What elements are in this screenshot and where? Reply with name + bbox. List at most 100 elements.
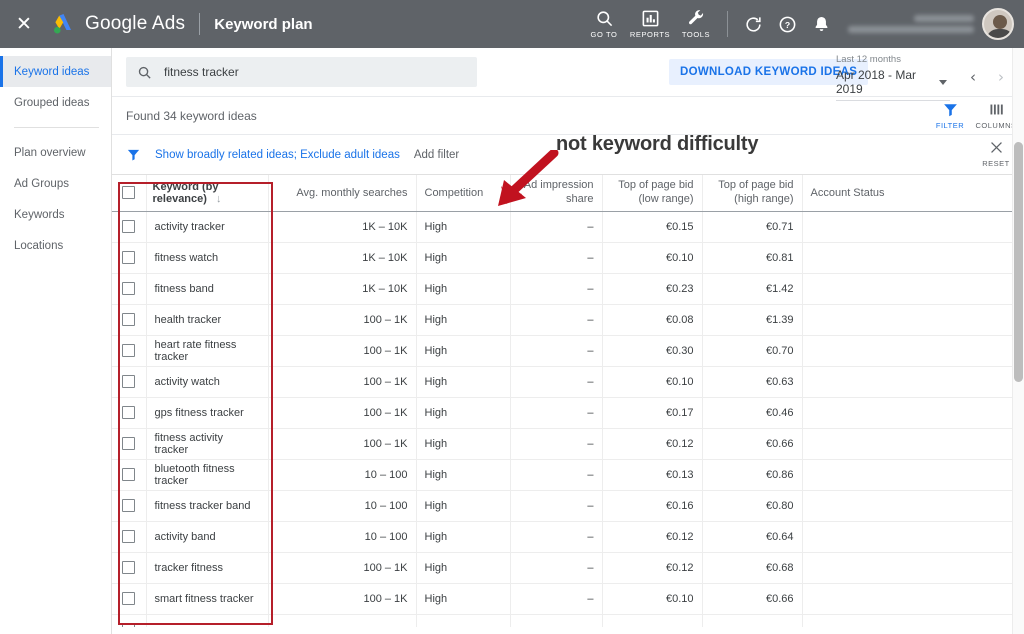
table-row[interactable]: activity tracker 1K – 10K High – €0.15 €0.71 (112, 211, 1018, 243)
row-checkbox[interactable] (122, 437, 136, 450)
column-header-avg-monthly-searches[interactable]: Avg. monthly searches (268, 175, 417, 212)
table-row[interactable]: activity band 10 – 100 High – €0.12 €0.64 (112, 521, 1018, 553)
row-checkbox[interactable] (122, 468, 136, 481)
search-input[interactable]: fitness tracker (126, 57, 477, 87)
table-body: activity tracker 1K – 10K High – €0.15 €0.71 f… (112, 211, 1018, 627)
table-row[interactable]: heart rate fitness tracker 100 – 1K High – €… (112, 335, 1018, 367)
tools-button[interactable]: TOOLS (673, 0, 719, 48)
cell-keyword[interactable]: gps fitness tracker (146, 397, 269, 429)
sidebar-item-keyword-ideas[interactable]: Keyword ideas (0, 56, 111, 87)
cell-top-bid-high: €1.42 (702, 273, 803, 305)
sidebar-item-ad-groups[interactable]: Ad Groups (0, 168, 111, 199)
active-filters-text[interactable]: Show broadly related ideas; Exclude adul… (155, 149, 400, 161)
sidebar-item-keywords[interactable]: Keywords (0, 199, 111, 230)
row-select-cell[interactable] (112, 459, 147, 491)
notifications-button[interactable] (804, 0, 838, 48)
row-checkbox[interactable] (122, 375, 136, 388)
table-row[interactable]: health tracker 100 – 1K High – €0.08 €1.39 (112, 304, 1018, 336)
table-row[interactable]: fitness activity tracker 100 – 1K High – €0.… (112, 428, 1018, 460)
wrench-icon (687, 9, 706, 28)
table-row[interactable] (112, 614, 1018, 627)
row-checkbox[interactable] (122, 561, 136, 574)
row-checkbox[interactable] (122, 220, 136, 233)
row-checkbox[interactable] (122, 623, 136, 627)
row-select-cell[interactable] (112, 366, 147, 398)
date-range-selector[interactable]: Last 12 months Apr 2018 - Mar 2019 (836, 54, 954, 101)
row-checkbox[interactable] (122, 499, 136, 512)
close-button[interactable]: ✕ (0, 0, 48, 48)
table-row[interactable]: fitness tracker band 10 – 100 High – €0.16 €0… (112, 490, 1018, 522)
cell-keyword[interactable]: tracker fitness (146, 552, 269, 584)
sidebar-item-plan-overview[interactable]: Plan overview (0, 137, 111, 168)
cell-keyword[interactable]: fitness activity tracker (146, 428, 269, 460)
add-filter-button[interactable]: Add filter (414, 149, 459, 161)
scrollbar-thumb[interactable] (1014, 142, 1023, 382)
cell-keyword[interactable]: fitness band (146, 273, 269, 305)
row-select-cell[interactable] (112, 521, 147, 553)
vertical-scrollbar[interactable] (1012, 48, 1024, 634)
row-checkbox[interactable] (122, 592, 136, 605)
row-select-cell[interactable] (112, 242, 147, 274)
sidebar-item-locations[interactable]: Locations (0, 230, 111, 261)
table-row[interactable]: tracker fitness 100 – 1K High – €0.12 €0.68 (112, 552, 1018, 584)
row-checkbox[interactable] (122, 313, 136, 326)
account-info[interactable] (848, 13, 974, 35)
cell-avg-monthly-searches: 10 – 100 (268, 459, 417, 491)
row-select-cell[interactable] (112, 552, 147, 584)
sidebar-item-label: Locations (14, 239, 64, 252)
cell-keyword[interactable]: activity tracker (146, 211, 269, 243)
row-checkbox[interactable] (122, 282, 136, 295)
row-select-cell[interactable] (112, 273, 147, 305)
google-ads-logo[interactable]: Google Ads (50, 11, 185, 37)
cell-competition: High (416, 366, 511, 398)
table-row[interactable]: bluetooth fitness tracker 10 – 100 High – €0… (112, 459, 1018, 491)
refresh-button[interactable] (736, 0, 770, 48)
cell-ad-impression-share: – (510, 211, 603, 243)
help-button[interactable]: ? (770, 0, 804, 48)
cell-keyword[interactable]: health tracker (146, 304, 269, 336)
cell-keyword[interactable]: heart rate fitness tracker (146, 335, 269, 367)
cell-account-status (802, 335, 1018, 367)
goto-button[interactable]: GO TO (581, 0, 627, 48)
row-select-cell[interactable] (112, 304, 147, 336)
cell-competition: High (416, 521, 511, 553)
date-next-button[interactable]: › (992, 68, 1010, 86)
row-checkbox[interactable] (122, 344, 136, 357)
avatar[interactable] (982, 8, 1014, 40)
row-select-cell[interactable] (112, 335, 147, 367)
column-header-keyword[interactable]: Keyword (by relevance) ↓ (146, 175, 269, 212)
row-select-cell[interactable] (112, 614, 147, 627)
row-checkbox[interactable] (122, 406, 136, 419)
row-checkbox[interactable] (122, 530, 136, 543)
column-header-top-bid-low[interactable]: Top of page bid (low range) (602, 175, 703, 212)
table-row[interactable]: activity watch 100 – 1K High – €0.10 €0.63 (112, 366, 1018, 398)
row-select-cell[interactable] (112, 583, 147, 615)
row-select-cell[interactable] (112, 397, 147, 429)
table-row[interactable]: gps fitness tracker 100 – 1K High – €0.17 €0.… (112, 397, 1018, 429)
date-prev-button[interactable]: ‹ (964, 68, 982, 86)
row-select-cell[interactable] (112, 211, 147, 243)
column-header-account-status[interactable]: Account Status (802, 175, 1018, 212)
columns-tool-label: COLUMNS (975, 121, 1017, 130)
select-all-checkbox[interactable] (122, 186, 136, 200)
filter-tool-button[interactable]: FILTER (928, 101, 972, 130)
sidebar-item-grouped-ideas[interactable]: Grouped ideas (0, 87, 111, 118)
reports-button[interactable]: REPORTS (627, 0, 673, 48)
table-row[interactable]: smart fitness tracker 100 – 1K High – €0.10 €… (112, 583, 1018, 615)
column-header-top-bid-high[interactable]: Top of page bid (high range) (702, 175, 803, 212)
cell-keyword[interactable]: smart fitness tracker (146, 583, 269, 615)
row-checkbox[interactable] (122, 251, 136, 264)
cell-keyword[interactable]: fitness tracker band (146, 490, 269, 522)
cell-keyword[interactable]: bluetooth fitness tracker (146, 459, 269, 491)
table-row[interactable]: fitness watch 1K – 10K High – €0.10 €0.81 (112, 242, 1018, 274)
cell-keyword[interactable]: activity band (146, 521, 269, 553)
row-select-cell[interactable] (112, 490, 147, 522)
cell-keyword[interactable]: activity watch (146, 366, 269, 398)
row-select-cell[interactable] (112, 428, 147, 460)
table-row[interactable]: fitness band 1K – 10K High – €0.23 €1.42 (112, 273, 1018, 305)
select-all-header[interactable] (112, 175, 147, 212)
filter-icon[interactable] (126, 147, 141, 162)
cell-keyword[interactable]: fitness watch (146, 242, 269, 274)
cell-keyword[interactable] (146, 614, 269, 627)
cell-top-bid-low: €0.13 (602, 459, 703, 491)
